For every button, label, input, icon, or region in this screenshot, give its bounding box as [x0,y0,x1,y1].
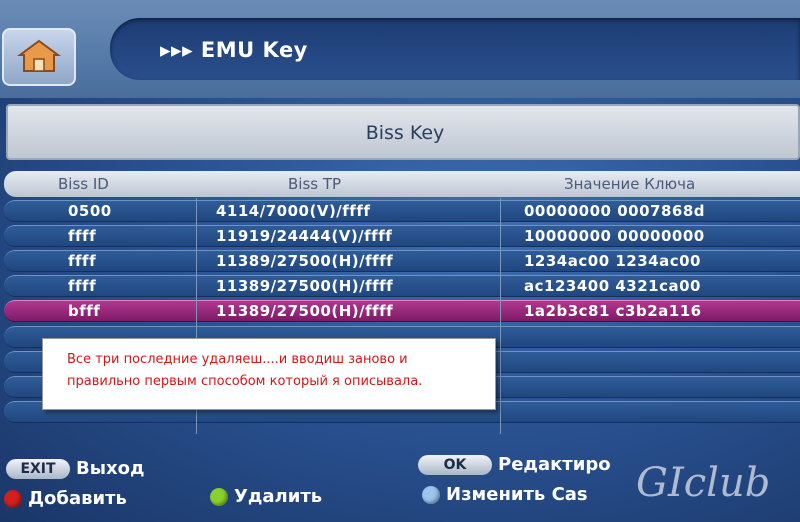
blue-dot-icon [422,485,440,504]
green-dot-icon [210,487,228,506]
row-biss-tp: 11389/27500(H)/ffff [216,252,394,270]
table-row-selected[interactable]: bfff 11389/27500(H)/ffff 1a2b3c81 c3b2a1… [4,300,800,322]
row-biss-tp: 4114/7000(V)/ffff [216,202,371,220]
column-header-tp: Biss TP [288,175,342,193]
exit-label: Выход [76,458,145,479]
exit-key: EXIT [6,458,70,479]
row-key-value: ac123400 4321ca00 [524,277,701,295]
watermark-logo: GIclub [636,460,771,506]
row-biss-tp: 11919/24444(V)/ffff [216,227,393,245]
blue-label: Изменить Cas [446,484,588,505]
row-biss-tp: 11389/27500(H)/ffff [216,302,394,320]
home-button[interactable] [2,28,76,86]
red-key-hint[interactable]: Добавить [4,488,127,509]
ok-label: Редактиро [498,454,611,475]
row-biss-id: 0500 [68,202,112,220]
page-title: ▸▸▸ EMU Key [160,38,308,62]
green-key-hint[interactable]: Удалить [210,486,322,507]
row-biss-id: ffff [68,277,97,295]
column-divider [500,198,501,434]
header-bar [0,0,800,98]
section-title: Biss Key [365,122,445,144]
table-row[interactable]: ffff 11919/24444(V)/ffff 10000000 000000… [4,225,800,247]
blue-key-hint[interactable]: Изменить Cas [422,484,588,505]
row-key-value: 1234ac00 1234ac00 [524,252,701,270]
table-row[interactable]: 0500 4114/7000(V)/ffff 00000000 0007868d [4,200,800,222]
row-key-value: 00000000 0007868d [524,202,706,220]
green-label: Удалить [234,486,323,507]
red-label: Добавить [28,488,127,509]
row-key-value: 10000000 00000000 [524,227,705,245]
annotation-note: Все три последние удаляеш....и вводиш за… [42,338,496,410]
ok-key: OK [418,454,492,475]
column-header-value: Значение Ключа [564,175,696,193]
exit-hint[interactable]: EXIT Выход [6,458,145,479]
row-biss-id: ffff [68,227,97,245]
table-row[interactable]: ffff 11389/27500(H)/ffff 1234ac00 1234ac… [4,250,800,272]
section-title-bar: Biss Key [6,104,800,160]
red-dot-icon [4,489,22,508]
note-line: Все три последние удаляеш....и вводиш за… [67,352,408,367]
note-line: правильно первым способом который я опис… [67,374,423,389]
row-biss-id: bfff [68,302,101,320]
row-key-value: 1a2b3c81 c3b2a116 [524,302,702,320]
row-biss-tp: 11389/27500(H)/ffff [216,277,394,295]
home-icon [16,39,62,72]
table-row[interactable]: ffff 11389/27500(H)/ffff ac123400 4321ca… [4,275,800,297]
row-biss-id: ffff [68,252,97,270]
column-header-id: Biss ID [58,175,109,193]
ok-hint[interactable]: OK Редактиро [418,454,611,475]
column-header: Biss ID Biss TP Значение Ключа [4,171,800,197]
